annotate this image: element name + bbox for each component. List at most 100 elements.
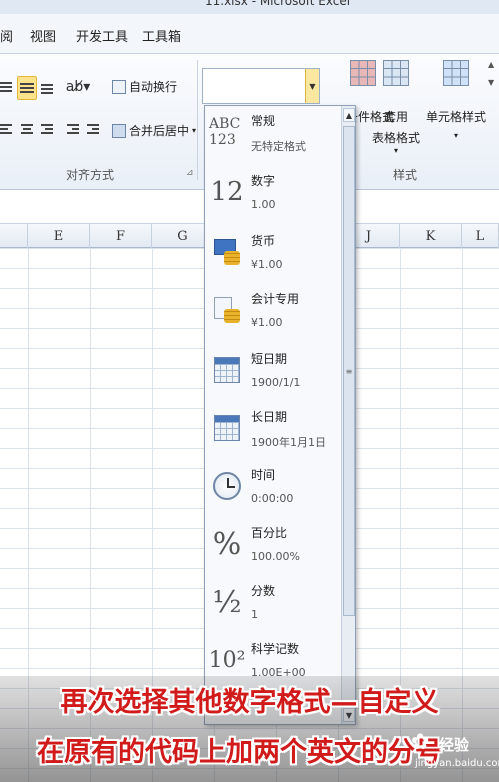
align-left-button[interactable] xyxy=(0,120,14,140)
paw-logo-icon: ✿ xyxy=(411,730,430,755)
wrap-text-icon xyxy=(112,79,126,94)
format-option-label: 短日期 xyxy=(251,352,288,366)
tab-view[interactable]: 视图 xyxy=(30,26,56,45)
format-option-sample: 1900年1月1日 xyxy=(251,436,326,449)
number-format-dropdown: ABC 123 常规 无特定格式 12 数字 1.00 货币 ¥1.00 会计专… xyxy=(204,105,356,725)
general-format-icon: ABC 123 xyxy=(209,116,241,148)
ribbon-scroll-arrows[interactable]: ▲ ▼ xyxy=(488,60,499,170)
scroll-up-button[interactable]: ▲ xyxy=(343,108,355,122)
merge-center-icon xyxy=(112,123,126,138)
format-option-sample: 无特定格式 xyxy=(251,140,306,153)
format-option-sample: 0:00:00 xyxy=(251,492,294,505)
accounting-icon xyxy=(209,290,245,330)
column-header-f[interactable]: F xyxy=(90,224,152,248)
merge-center-button[interactable]: 合并后居中 ▾ xyxy=(112,122,196,139)
number-format-dropdown-button[interactable]: ▼ xyxy=(305,69,319,103)
watermark-brand: 经验 xyxy=(439,736,470,754)
orientation-icon: ab̸▾ xyxy=(65,79,91,95)
watermark-url: jingyan.baidu.com xyxy=(415,758,499,769)
format-option-short-date[interactable]: 短日期 1900/1/1 xyxy=(205,344,343,402)
align-top-button[interactable] xyxy=(0,78,14,98)
number-format-combo[interactable]: ▼ xyxy=(202,68,320,104)
format-option-sample: 1900/1/1 xyxy=(251,376,301,389)
tab-toolbox[interactable]: 工具箱 xyxy=(142,26,181,45)
tab-review[interactable]: 阅 xyxy=(0,26,13,45)
format-as-table-button[interactable]: 套用 表格格式 ▾ xyxy=(372,60,420,155)
decrease-indent-icon xyxy=(67,124,81,136)
alignment-group-label: 对齐方式 xyxy=(66,168,115,182)
cell-styles-icon xyxy=(443,60,469,86)
column-header-k[interactable]: K xyxy=(400,224,462,248)
align-left-icon xyxy=(0,124,14,136)
fraction-icon: ½ xyxy=(212,584,242,620)
scroll-thumb[interactable]: ≡ xyxy=(343,126,355,616)
format-option-currency[interactable]: 货币 ¥1.00 xyxy=(205,226,343,284)
align-bottom-icon xyxy=(41,82,55,94)
chevron-down-icon: ▾ xyxy=(192,126,197,135)
calendar-icon xyxy=(209,350,245,390)
column-header-e[interactable]: E xyxy=(28,224,90,248)
format-option-fraction[interactable]: ½ 分数 1 xyxy=(205,576,343,634)
format-option-accounting[interactable]: 会计专用 ¥1.00 xyxy=(205,284,343,342)
format-option-label: 分数 xyxy=(251,584,276,598)
format-option-sample: ¥1.00 xyxy=(251,316,283,329)
increase-indent-icon xyxy=(87,124,101,136)
window-title: 11.xlsx - Microsoft Excel xyxy=(205,0,351,8)
grip-icon: ≡ xyxy=(345,366,353,376)
format-option-label: 百分比 xyxy=(251,526,288,540)
ribbon-tabs: 阅 视图 开发工具 工具箱 xyxy=(0,14,499,54)
dialog-launcher-icon[interactable]: ⊿ xyxy=(186,168,194,178)
align-bottom-button[interactable] xyxy=(40,78,56,98)
align-middle-button[interactable] xyxy=(17,76,37,100)
watermark: ✿ 经验 jingyan.baidu.com xyxy=(411,724,499,778)
merge-center-label: 合并后居中 xyxy=(129,124,190,138)
format-as-table-icon xyxy=(383,60,409,86)
group-separator xyxy=(197,60,198,180)
clock-icon xyxy=(209,466,245,506)
format-option-long-date[interactable]: 长日期 1900年1月1日 xyxy=(205,402,343,460)
select-all-corner[interactable] xyxy=(0,224,28,248)
tab-developer[interactable]: 开发工具 xyxy=(76,26,128,45)
align-top-icon xyxy=(0,82,14,94)
percent-icon: % xyxy=(212,526,242,562)
format-option-label: 会计专用 xyxy=(251,292,300,306)
decrease-indent-button[interactable] xyxy=(66,120,82,140)
format-option-label: 货币 xyxy=(251,234,276,248)
format-as-table-label-2: 表格格式 xyxy=(372,131,421,145)
format-option-sample: 100.00% xyxy=(251,550,300,563)
chevron-down-icon: ▼ xyxy=(309,81,316,91)
align-center-icon xyxy=(21,124,35,136)
increase-indent-button[interactable] xyxy=(86,120,102,140)
format-option-number[interactable]: 12 数字 1.00 xyxy=(205,166,343,224)
title-bar: 11.xlsx - Microsoft Excel xyxy=(0,0,499,14)
scientific-icon: 10² xyxy=(208,647,246,673)
styles-group-label: 样式 xyxy=(393,168,418,182)
format-option-label: 科学记数 xyxy=(251,642,300,656)
chevron-down-icon: ▾ xyxy=(454,131,459,140)
orientation-button[interactable]: ab̸▾ xyxy=(65,76,91,98)
currency-icon xyxy=(209,232,245,272)
align-middle-icon xyxy=(20,82,34,94)
format-as-table-label-1: 套用 xyxy=(384,110,409,124)
format-option-time[interactable]: 时间 0:00:00 xyxy=(205,460,343,518)
cell-styles-label: 单元格样式 xyxy=(426,110,487,124)
format-option-percentage[interactable]: % 百分比 100.00% xyxy=(205,518,343,576)
format-option-label: 常规 xyxy=(251,114,276,128)
format-option-label: 时间 xyxy=(251,468,276,482)
format-option-sample: 1 xyxy=(251,608,258,621)
chevron-down-icon: ▾ xyxy=(394,146,399,155)
chevron-up-icon: ▲ xyxy=(345,110,353,120)
format-option-sample: ¥1.00 xyxy=(251,258,283,271)
number-format-icon: 12 xyxy=(210,177,244,207)
cell-styles-button[interactable]: 单元格样式 ▾ xyxy=(426,60,486,140)
align-right-icon xyxy=(41,124,55,136)
column-header-l[interactable]: L xyxy=(462,224,499,248)
format-option-label: 长日期 xyxy=(251,410,288,424)
dropdown-scrollbar[interactable]: ▲ ≡ ▼ xyxy=(341,106,355,724)
format-option-general[interactable]: ABC 123 常规 无特定格式 xyxy=(205,106,343,164)
align-right-button[interactable] xyxy=(40,120,56,140)
align-center-button[interactable] xyxy=(20,120,36,140)
wrap-text-label: 自动换行 xyxy=(129,80,178,94)
wrap-text-button[interactable]: 自动换行 xyxy=(112,78,177,95)
format-option-label: 数字 xyxy=(251,174,276,188)
